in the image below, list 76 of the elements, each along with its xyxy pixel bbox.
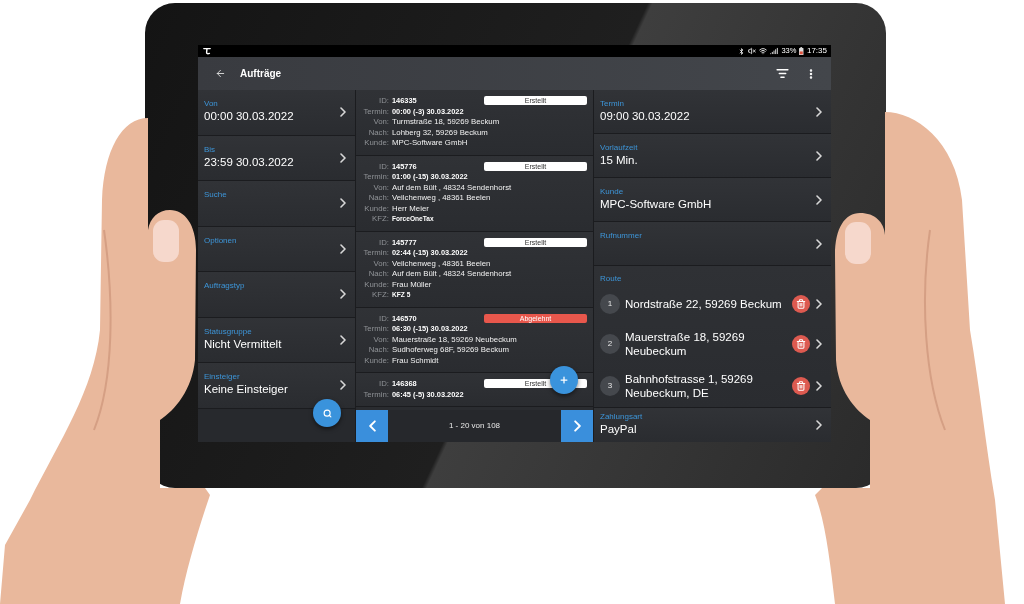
stop-address: Nordstraße 22, 59269 Beckum xyxy=(625,297,783,311)
field-label: Suche xyxy=(204,190,227,200)
field-value: PayPal xyxy=(600,422,638,437)
chevron-right-icon xyxy=(816,106,822,117)
signal-icon xyxy=(770,47,779,55)
field-value: 00:00 30.03.2022 xyxy=(204,109,294,124)
field-row[interactable]: Auftragstyp xyxy=(198,272,355,318)
filter-icon[interactable] xyxy=(776,67,789,80)
field-label: Auftragstyp xyxy=(204,281,245,291)
field-value: 23:59 30.03.2022 xyxy=(204,154,294,170)
chevron-right-icon xyxy=(816,299,822,309)
chevron-right-icon xyxy=(340,152,346,163)
chevron-right-icon xyxy=(816,194,822,205)
field-label: Bis xyxy=(204,144,217,155)
stop-address: Mauerstraße 18, 59269 Neubeckum xyxy=(625,330,746,358)
stop-number: 1 xyxy=(600,294,620,314)
stop-address: Bahnhofstrasse 1, 59269 Neubeckum, DE xyxy=(625,372,754,400)
clock-time: 17:35 xyxy=(806,46,827,56)
field-label: Rufnummer xyxy=(600,231,642,241)
search-button[interactable] xyxy=(313,399,341,427)
chevron-right-icon xyxy=(573,420,581,432)
field-value: 15 Min. xyxy=(600,153,638,168)
field-row[interactable]: Optionen xyxy=(198,226,355,272)
field-value: MPC-Software GmbH xyxy=(600,197,712,212)
plus-icon xyxy=(559,375,569,385)
field-row[interactable]: Statusgruppe Nicht Vermittelt xyxy=(198,317,355,363)
chevron-right-icon xyxy=(340,334,346,345)
field-label: Zahlungsart xyxy=(600,412,643,422)
chevron-right-icon xyxy=(340,198,346,209)
field-label: Route xyxy=(600,273,623,285)
field-row[interactable]: Vorlaufzeit 15 Min. xyxy=(594,134,831,178)
logo-icon xyxy=(203,47,211,55)
mute-icon xyxy=(748,47,757,55)
field-value: Keine Einsteiger xyxy=(204,382,288,397)
bluetooth-icon xyxy=(738,47,746,55)
field-row[interactable]: Von 00:00 30.03.2022 xyxy=(198,90,355,136)
trash-icon xyxy=(796,381,806,391)
trash-icon xyxy=(796,339,806,349)
field-row[interactable]: Zahlungsart PayPal xyxy=(594,408,831,442)
field-row[interactable]: Kunde MPC-Software GmbH xyxy=(594,178,831,222)
toolbar-title: Aufträge xyxy=(240,67,282,81)
field-label: Statusgruppe xyxy=(204,326,253,337)
chevron-right-icon xyxy=(340,243,346,254)
delete-button[interactable] xyxy=(792,295,810,313)
field-label: Termin xyxy=(600,99,625,109)
chevron-right-icon xyxy=(340,107,346,118)
field-label: Vorlaufzeit xyxy=(600,143,638,153)
field-value: Nicht Vermittelt xyxy=(204,336,282,352)
chevron-right-icon xyxy=(340,289,346,300)
chevron-right-icon xyxy=(816,238,822,249)
trash-icon xyxy=(796,299,806,309)
battery-icon xyxy=(799,47,804,55)
field-row[interactable]: Termin 09:00 30.03.2022 xyxy=(594,90,831,134)
field-label: Von xyxy=(204,99,219,109)
field-value: 09:00 30.03.2022 xyxy=(600,109,690,124)
wifi-icon xyxy=(759,47,768,55)
field-row[interactable]: Suche xyxy=(198,181,355,227)
field-row[interactable]: Einsteiger Keine Einsteiger xyxy=(198,363,355,409)
field-row[interactable]: Rufnummer xyxy=(594,222,831,266)
page-range: 1 - 20 von 108 xyxy=(447,420,502,432)
chevron-right-icon xyxy=(340,380,346,391)
delete-button[interactable] xyxy=(792,335,810,353)
field-row[interactable]: Bis 23:59 30.03.2022 xyxy=(198,135,355,181)
chevron-right-icon xyxy=(816,420,822,430)
back-arrow-icon[interactable] xyxy=(215,68,226,79)
stop-number: 3 xyxy=(600,376,620,396)
chevron-right-icon xyxy=(816,381,822,391)
field-label: Einsteiger xyxy=(204,372,241,382)
field-label: Kunde xyxy=(600,187,625,197)
stop-number: 2 xyxy=(600,334,620,354)
field-label: Optionen xyxy=(204,235,237,246)
chevron-right-icon xyxy=(816,150,822,161)
chevron-right-icon xyxy=(816,339,822,349)
search-icon xyxy=(322,408,332,418)
delete-button[interactable] xyxy=(792,377,810,395)
chevron-left-icon xyxy=(368,420,376,432)
